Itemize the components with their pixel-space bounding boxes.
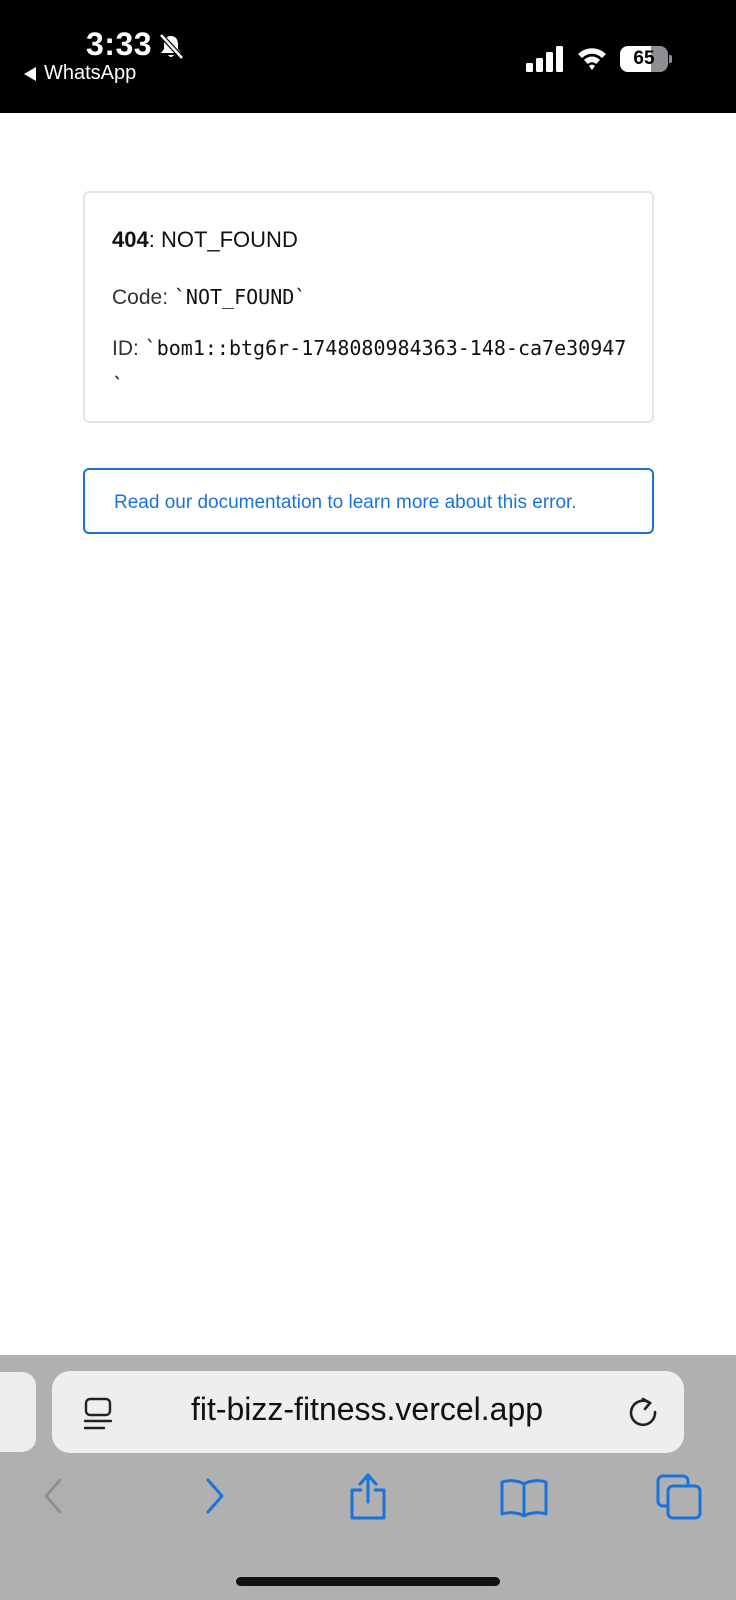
share-icon[interactable] <box>342 1470 394 1522</box>
bookmarks-icon[interactable] <box>498 1470 550 1522</box>
back-app-label: WhatsApp <box>44 62 137 84</box>
error-title: 404: NOT_FOUND <box>112 227 298 253</box>
back-triangle-icon <box>24 66 36 81</box>
error-code-value: `NOT_FOUND` <box>173 285 307 309</box>
battery-icon: 65 <box>620 46 672 72</box>
reload-icon[interactable] <box>626 1395 660 1429</box>
error-status-text: : NOT_FOUND <box>148 227 298 252</box>
battery-level: 65 <box>633 48 655 69</box>
tabs-icon[interactable] <box>654 1470 706 1522</box>
error-code-line: Code: `NOT_FOUND` <box>112 285 306 310</box>
documentation-box[interactable]: Read our documentation to learn more abo… <box>83 468 654 534</box>
status-bar: 3:33 WhatsApp 65 <box>0 0 736 113</box>
error-id-label: ID: <box>112 337 145 360</box>
status-time: 3:33 <box>86 26 153 62</box>
forward-chevron-icon[interactable] <box>188 1470 240 1522</box>
error-id-value: `bom1::btg6r-1748080984363-148-ca7e30947… <box>112 336 627 397</box>
url-text[interactable]: fit-bizz-fitness.vercel.app <box>132 1391 602 1428</box>
error-id-line: ID: `bom1::btg6r-1748080984363-148-ca7e3… <box>112 330 632 404</box>
documentation-link[interactable]: Read our documentation to learn more abo… <box>114 492 577 514</box>
error-card: 404: NOT_FOUND Code: `NOT_FOUND` ID: `bo… <box>83 191 654 423</box>
bell-slash-icon <box>159 33 184 60</box>
error-code-label: Code: <box>112 286 174 309</box>
back-to-app-button[interactable]: WhatsApp <box>24 62 136 85</box>
previous-tab-address-bar[interactable] <box>0 1372 36 1452</box>
reader-mode-icon[interactable] <box>82 1397 114 1431</box>
back-chevron-icon[interactable] <box>28 1470 80 1522</box>
home-indicator[interactable] <box>236 1577 500 1586</box>
wifi-icon <box>578 48 606 70</box>
browser-toolbar: fit-bizz-fitness.vercel.app <box>0 1355 736 1600</box>
address-bar[interactable]: fit-bizz-fitness.vercel.app <box>52 1371 684 1453</box>
cellular-signal-icon <box>526 46 563 72</box>
error-status-code: 404 <box>112 227 149 252</box>
